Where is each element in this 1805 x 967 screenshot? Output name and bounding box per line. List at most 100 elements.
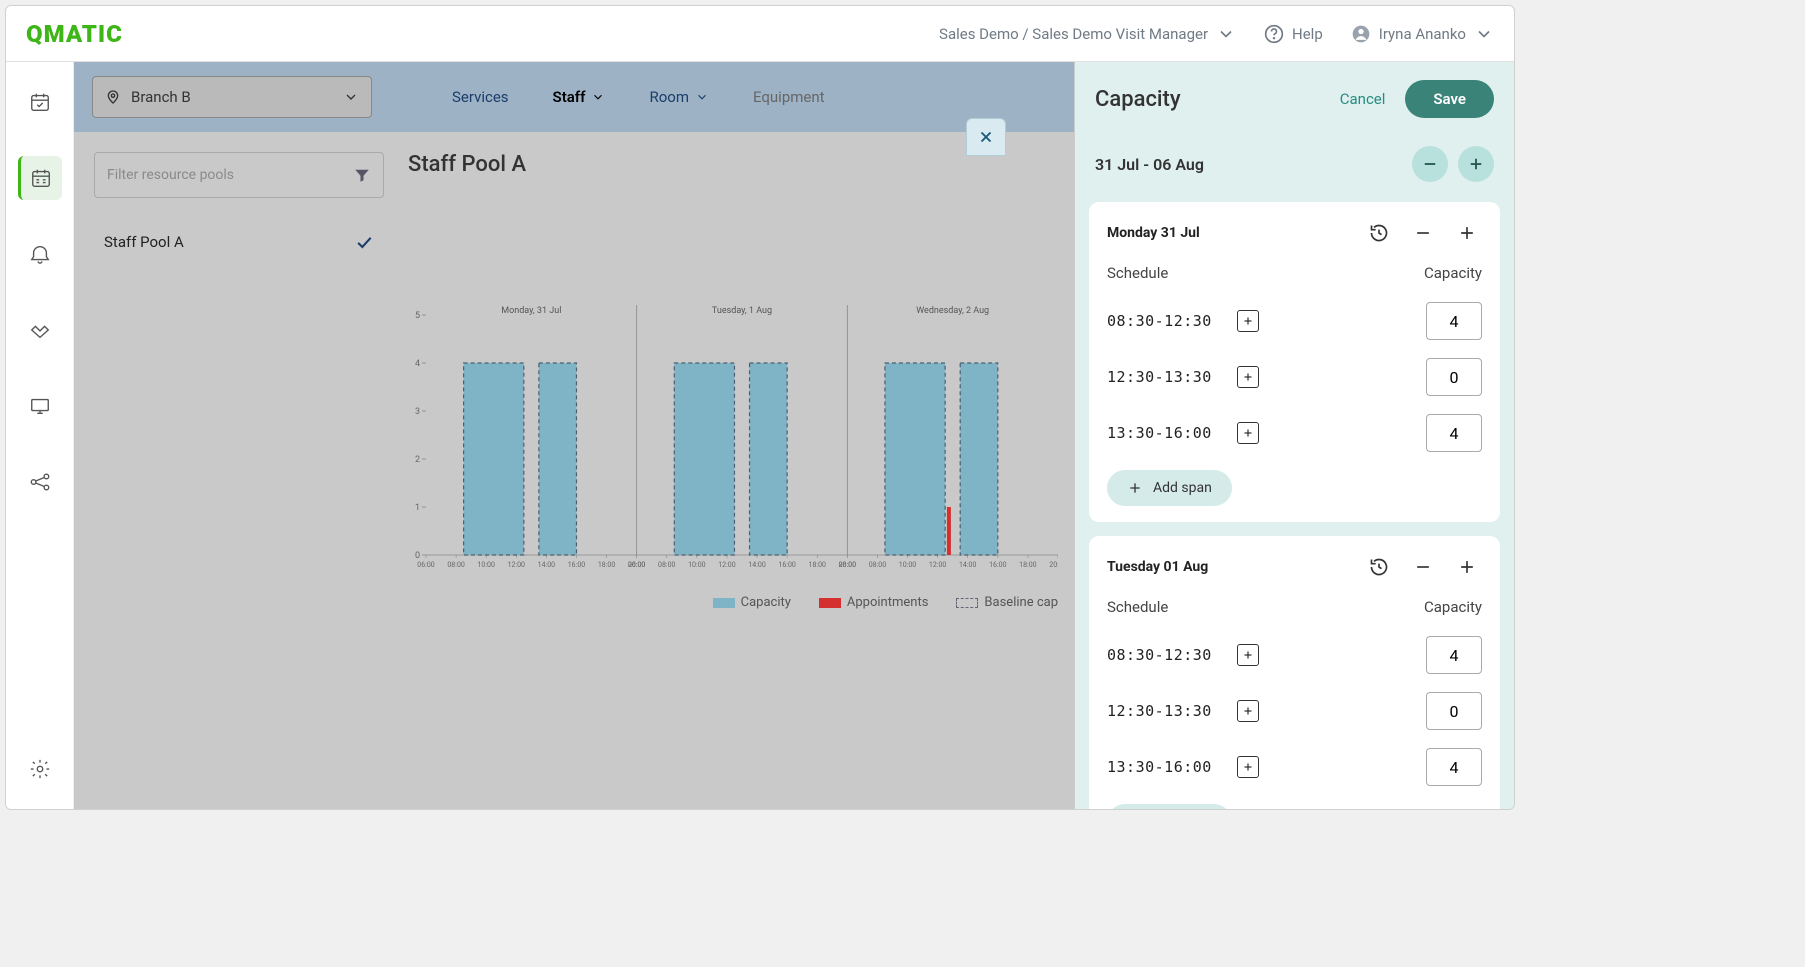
span-expand-button[interactable] bbox=[1237, 756, 1259, 778]
svg-text:08:00: 08:00 bbox=[658, 561, 675, 569]
svg-text:12:00: 12:00 bbox=[718, 561, 735, 569]
minus-icon bbox=[1413, 223, 1433, 243]
span-expand-button[interactable] bbox=[1237, 700, 1259, 722]
add-span-label: Add span bbox=[1153, 480, 1212, 496]
close-panel-tab[interactable] bbox=[966, 118, 1006, 156]
capacity-input[interactable] bbox=[1426, 636, 1482, 674]
history-icon bbox=[1369, 557, 1389, 577]
span-time: 13:30-16:00 bbox=[1107, 424, 1237, 442]
pool-item[interactable]: Staff Pool A bbox=[94, 218, 384, 266]
reset-day-button[interactable] bbox=[1364, 218, 1394, 248]
plus-icon bbox=[1242, 371, 1254, 383]
topbar: QMATIC Sales Demo / Sales Demo Visit Man… bbox=[6, 6, 1514, 62]
add-span-button[interactable]: Add span bbox=[1107, 804, 1232, 809]
branch-selector[interactable]: Branch B bbox=[92, 76, 372, 118]
nav-network[interactable] bbox=[18, 460, 62, 504]
add-span-button[interactable]: Add span bbox=[1107, 470, 1232, 506]
day-label: Monday 31 Jul bbox=[1107, 225, 1200, 241]
reset-day-button[interactable] bbox=[1364, 552, 1394, 582]
span-row: 08:30-12:30 bbox=[1107, 636, 1482, 674]
capacity-input[interactable] bbox=[1426, 414, 1482, 452]
cancel-button[interactable]: Cancel bbox=[1340, 90, 1386, 108]
pool-item-label: Staff Pool A bbox=[104, 233, 184, 251]
capacity-input[interactable] bbox=[1426, 358, 1482, 396]
bell-icon bbox=[29, 243, 51, 265]
panel-header: Capacity Cancel Save bbox=[1075, 62, 1514, 130]
branch-label: Branch B bbox=[131, 88, 191, 106]
nav-schedule[interactable] bbox=[18, 156, 62, 200]
remove-day-button[interactable] bbox=[1408, 552, 1438, 582]
span-time: 12:30-13:30 bbox=[1107, 368, 1237, 386]
add-day-button[interactable] bbox=[1452, 218, 1482, 248]
span-row: 12:30-13:30 bbox=[1107, 692, 1482, 730]
remove-day-button[interactable] bbox=[1408, 218, 1438, 248]
capacity-col-label: Capacity bbox=[1424, 264, 1482, 282]
context-selector[interactable]: Sales Demo / Sales Demo Visit Manager bbox=[939, 24, 1236, 44]
minus-icon bbox=[1421, 155, 1439, 173]
day-head: Monday 31 Jul bbox=[1107, 218, 1482, 248]
left-nav bbox=[6, 62, 74, 809]
span-row: 13:30-16:00 bbox=[1107, 748, 1482, 786]
svg-text:Wednesday, 2 Aug: Wednesday, 2 Aug bbox=[916, 306, 989, 316]
span-expand-button[interactable] bbox=[1237, 422, 1259, 444]
plus-icon bbox=[1457, 557, 1477, 577]
schedule-col-label: Schedule bbox=[1107, 264, 1168, 282]
svg-text:12:00: 12:00 bbox=[508, 561, 525, 569]
daterange-label: 31 Jul - 06 Aug bbox=[1095, 155, 1204, 174]
day-card: Monday 31 Jul Schedule Capacity 08:30-12… bbox=[1089, 202, 1500, 522]
pool-sidebar: Filter resource pools Staff Pool A bbox=[94, 152, 384, 789]
chevron-down-icon bbox=[591, 90, 605, 104]
svg-text:10:00: 10:00 bbox=[477, 561, 494, 569]
nav-display[interactable] bbox=[18, 384, 62, 428]
network-icon bbox=[29, 471, 51, 493]
close-icon bbox=[977, 128, 995, 146]
schedule-col-label: Schedule bbox=[1107, 598, 1168, 616]
svg-text:16:00: 16:00 bbox=[778, 561, 795, 569]
nav-bell[interactable] bbox=[18, 232, 62, 276]
nav-settings[interactable] bbox=[18, 747, 62, 791]
span-expand-button[interactable] bbox=[1237, 310, 1259, 332]
help-icon bbox=[1264, 24, 1284, 44]
chevron-down-icon bbox=[343, 89, 359, 105]
svg-text:14:00: 14:00 bbox=[748, 561, 765, 569]
schedule-columns: Schedule Capacity bbox=[1107, 264, 1482, 282]
calendar-check-icon bbox=[29, 91, 51, 113]
capacity-input[interactable] bbox=[1426, 748, 1482, 786]
svg-text:08:00: 08:00 bbox=[447, 561, 464, 569]
save-button[interactable]: Save bbox=[1405, 80, 1494, 118]
svg-text:06:00: 06:00 bbox=[628, 561, 645, 569]
svg-text:14:00: 14:00 bbox=[538, 561, 555, 569]
plus-icon bbox=[1457, 223, 1477, 243]
brand-logo: QMATIC bbox=[26, 20, 123, 48]
svg-text:06:00: 06:00 bbox=[839, 561, 856, 569]
help-button[interactable]: Help bbox=[1264, 24, 1323, 44]
span-time: 08:30-12:30 bbox=[1107, 312, 1237, 330]
svg-text:18:00: 18:00 bbox=[598, 561, 615, 569]
filter-input[interactable]: Filter resource pools bbox=[94, 152, 384, 198]
capacity-input[interactable] bbox=[1426, 692, 1482, 730]
span-expand-button[interactable] bbox=[1237, 644, 1259, 666]
chart: 012345Monday, 31 Jul06:0008:0010:0012:00… bbox=[408, 305, 1058, 585]
user-menu[interactable]: Iryna Ananko bbox=[1351, 24, 1494, 44]
nav-hand[interactable] bbox=[18, 308, 62, 352]
add-day-button[interactable] bbox=[1452, 552, 1482, 582]
plus-icon bbox=[1242, 761, 1254, 773]
span-expand-button[interactable] bbox=[1237, 366, 1259, 388]
collapse-all-button[interactable] bbox=[1412, 146, 1448, 182]
chevron-down-icon bbox=[1216, 24, 1236, 44]
minus-icon bbox=[1413, 557, 1433, 577]
check-icon bbox=[354, 232, 374, 252]
tab-staff[interactable]: Staff bbox=[553, 88, 606, 106]
schedule-columns: Schedule Capacity bbox=[1107, 598, 1482, 616]
span-time: 13:30-16:00 bbox=[1107, 758, 1237, 776]
capacity-input[interactable] bbox=[1426, 302, 1482, 340]
svg-text:4: 4 bbox=[415, 359, 420, 369]
tab-room-label: Room bbox=[649, 88, 689, 106]
capacity-panel: Capacity Cancel Save 31 Jul - 06 Aug Mon… bbox=[1074, 62, 1514, 809]
nav-calendar-check[interactable] bbox=[18, 80, 62, 124]
tab-room[interactable]: Room bbox=[649, 88, 709, 106]
expand-all-button[interactable] bbox=[1458, 146, 1494, 182]
day-head: Tuesday 01 Aug bbox=[1107, 552, 1482, 582]
tab-services[interactable]: Services bbox=[452, 88, 509, 106]
tab-equipment[interactable]: Equipment bbox=[753, 88, 825, 106]
